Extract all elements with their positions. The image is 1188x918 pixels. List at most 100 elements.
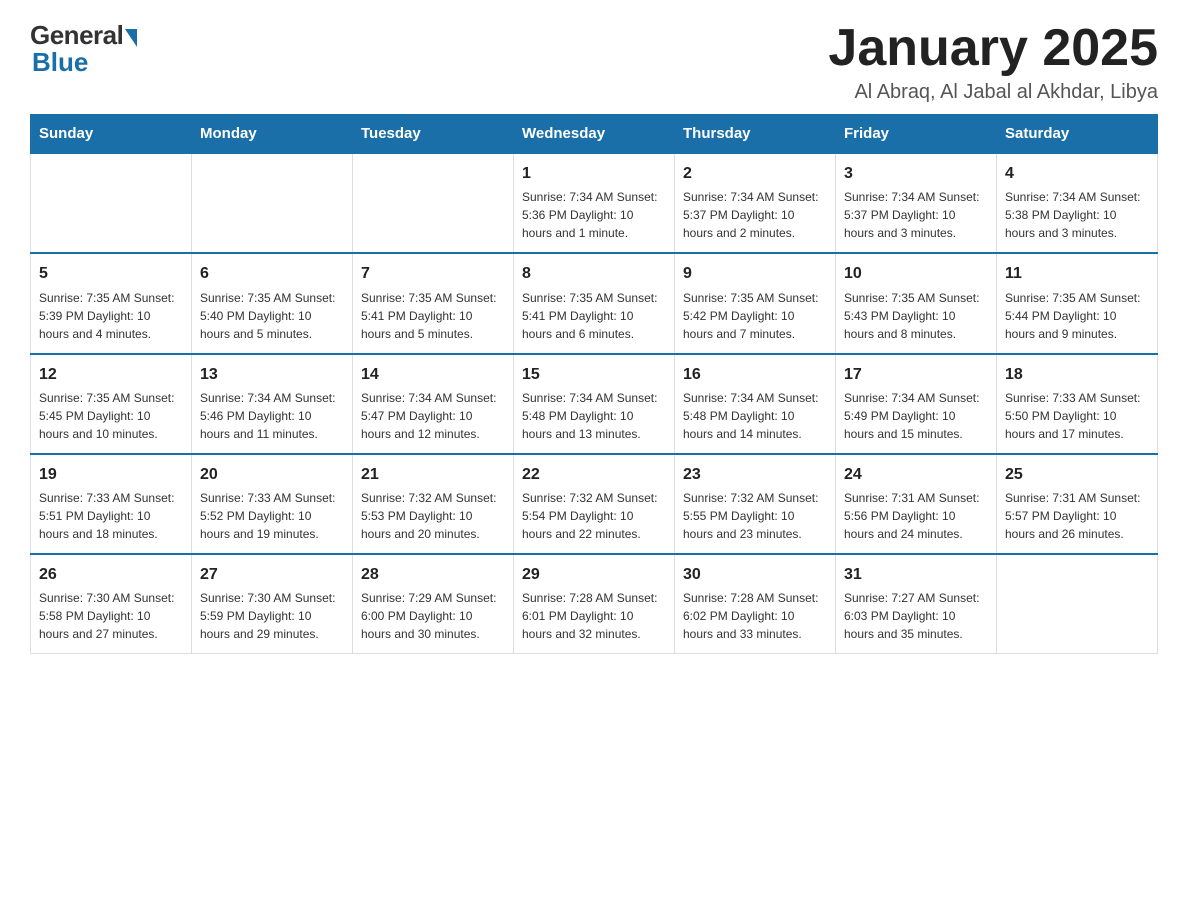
day-number: 22 [522, 463, 666, 486]
calendar-cell: 19 Sunrise: 7:33 AM Sunset: 5:51 PM Dayli… [31, 454, 192, 554]
calendar-cell: 17 Sunrise: 7:34 AM Sunset: 5:49 PM Dayli… [836, 354, 997, 454]
day-info: Sunrise: 7:35 AM Sunset: 5:41 PM Dayligh… [361, 289, 505, 343]
day-number: 2 [683, 162, 827, 185]
calendar-cell [353, 153, 514, 253]
calendar-week-3: 12 Sunrise: 7:35 AM Sunset: 5:45 PM Dayli… [31, 354, 1158, 454]
day-info: Sunrise: 7:34 AM Sunset: 5:49 PM Dayligh… [844, 389, 988, 443]
calendar-week-5: 26Sunrise: 7:30 AM Sunset: 5:58 PM Dayli… [31, 554, 1158, 654]
column-header-friday: Friday [836, 115, 997, 154]
day-number: 3 [844, 162, 988, 185]
calendar-cell: 11Sunrise: 7:35 AM Sunset: 5:44 PM Dayli… [997, 253, 1158, 353]
calendar-cell: 29Sunrise: 7:28 AM Sunset: 6:01 PM Dayli… [514, 554, 675, 654]
day-info: Sunrise: 7:34 AM Sunset: 5:48 PM Dayligh… [683, 389, 827, 443]
column-header-tuesday: Tuesday [353, 115, 514, 154]
calendar-cell: 25 Sunrise: 7:31 AM Sunset: 5:57 PM Dayli… [997, 454, 1158, 554]
calendar-cell: 13 Sunrise: 7:34 AM Sunset: 5:46 PM Dayli… [192, 354, 353, 454]
column-header-saturday: Saturday [997, 115, 1158, 154]
calendar-cell: 24 Sunrise: 7:31 AM Sunset: 5:56 PM Dayli… [836, 454, 997, 554]
calendar-cell [192, 153, 353, 253]
logo-arrow-icon [125, 29, 137, 47]
calendar-cell: 21Sunrise: 7:32 AM Sunset: 5:53 PM Dayli… [353, 454, 514, 554]
day-number: 27 [200, 563, 344, 586]
calendar-cell: 5 Sunrise: 7:35 AM Sunset: 5:39 PM Daylig… [31, 253, 192, 353]
calendar-week-2: 5 Sunrise: 7:35 AM Sunset: 5:39 PM Daylig… [31, 253, 1158, 353]
day-number: 13 [200, 363, 344, 386]
day-info: Sunrise: 7:35 AM Sunset: 5:43 PM Dayligh… [844, 289, 988, 343]
day-number: 31 [844, 563, 988, 586]
day-info: Sunrise: 7:34 AM Sunset: 5:37 PM Dayligh… [844, 188, 988, 242]
day-number: 12 [39, 363, 183, 386]
calendar-cell: 10 Sunrise: 7:35 AM Sunset: 5:43 PM Dayli… [836, 253, 997, 353]
day-number: 26 [39, 563, 183, 586]
calendar-cell: 22 Sunrise: 7:32 AM Sunset: 5:54 PM Dayli… [514, 454, 675, 554]
day-info: Sunrise: 7:31 AM Sunset: 5:57 PM Dayligh… [1005, 489, 1149, 543]
calendar-cell: 9Sunrise: 7:35 AM Sunset: 5:42 PM Daylig… [675, 253, 836, 353]
day-number: 23 [683, 463, 827, 486]
day-number: 16 [683, 363, 827, 386]
day-number: 20 [200, 463, 344, 486]
day-info: Sunrise: 7:34 AM Sunset: 5:46 PM Dayligh… [200, 389, 344, 443]
day-number: 19 [39, 463, 183, 486]
day-number: 30 [683, 563, 827, 586]
calendar-cell: 16 Sunrise: 7:34 AM Sunset: 5:48 PM Dayli… [675, 354, 836, 454]
calendar-header-row: SundayMondayTuesdayWednesdayThursdayFrid… [31, 115, 1158, 154]
page-header: General Blue January 2025 Al Abraq, Al J… [30, 20, 1158, 104]
calendar-cell: 27 Sunrise: 7:30 AM Sunset: 5:59 PM Dayli… [192, 554, 353, 654]
day-info: Sunrise: 7:32 AM Sunset: 5:55 PM Dayligh… [683, 489, 827, 543]
title-section: January 2025 Al Abraq, Al Jabal al Akhda… [828, 20, 1158, 104]
day-number: 18 [1005, 363, 1149, 386]
day-info: Sunrise: 7:34 AM Sunset: 5:38 PM Dayligh… [1005, 188, 1149, 242]
day-number: 21 [361, 463, 505, 486]
logo-blue-text: Blue [30, 47, 88, 78]
day-info: Sunrise: 7:33 AM Sunset: 5:51 PM Dayligh… [39, 489, 183, 543]
day-info: Sunrise: 7:35 AM Sunset: 5:39 PM Dayligh… [39, 289, 183, 343]
day-info: Sunrise: 7:30 AM Sunset: 5:59 PM Dayligh… [200, 589, 344, 643]
calendar-cell: 23 Sunrise: 7:32 AM Sunset: 5:55 PM Dayli… [675, 454, 836, 554]
calendar-cell: 14Sunrise: 7:34 AM Sunset: 5:47 PM Dayli… [353, 354, 514, 454]
day-number: 4 [1005, 162, 1149, 185]
calendar-cell: 4 Sunrise: 7:34 AM Sunset: 5:38 PM Daylig… [997, 153, 1158, 253]
day-info: Sunrise: 7:34 AM Sunset: 5:47 PM Dayligh… [361, 389, 505, 443]
calendar-cell [31, 153, 192, 253]
calendar-cell: 18 Sunrise: 7:33 AM Sunset: 5:50 PM Dayli… [997, 354, 1158, 454]
calendar-cell [997, 554, 1158, 654]
day-info: Sunrise: 7:28 AM Sunset: 6:01 PM Dayligh… [522, 589, 666, 643]
location-text: Al Abraq, Al Jabal al Akhdar, Libya [828, 81, 1158, 104]
day-number: 10 [844, 262, 988, 285]
calendar-week-4: 19 Sunrise: 7:33 AM Sunset: 5:51 PM Dayli… [31, 454, 1158, 554]
column-header-thursday: Thursday [675, 115, 836, 154]
day-info: Sunrise: 7:34 AM Sunset: 5:36 PM Dayligh… [522, 188, 666, 242]
day-number: 1 [522, 162, 666, 185]
day-info: Sunrise: 7:33 AM Sunset: 5:50 PM Dayligh… [1005, 389, 1149, 443]
calendar-cell: 2 Sunrise: 7:34 AM Sunset: 5:37 PM Daylig… [675, 153, 836, 253]
day-number: 7 [361, 262, 505, 285]
day-info: Sunrise: 7:32 AM Sunset: 5:54 PM Dayligh… [522, 489, 666, 543]
day-number: 25 [1005, 463, 1149, 486]
column-header-wednesday: Wednesday [514, 115, 675, 154]
column-header-sunday: Sunday [31, 115, 192, 154]
day-number: 5 [39, 262, 183, 285]
month-title: January 2025 [828, 20, 1158, 77]
calendar-cell: 7 Sunrise: 7:35 AM Sunset: 5:41 PM Daylig… [353, 253, 514, 353]
day-number: 8 [522, 262, 666, 285]
day-info: Sunrise: 7:31 AM Sunset: 5:56 PM Dayligh… [844, 489, 988, 543]
calendar-cell: 30Sunrise: 7:28 AM Sunset: 6:02 PM Dayli… [675, 554, 836, 654]
calendar-cell: 3 Sunrise: 7:34 AM Sunset: 5:37 PM Daylig… [836, 153, 997, 253]
calendar-week-1: 1 Sunrise: 7:34 AM Sunset: 5:36 PM Daylig… [31, 153, 1158, 253]
calendar-cell: 31 Sunrise: 7:27 AM Sunset: 6:03 PM Dayli… [836, 554, 997, 654]
day-number: 6 [200, 262, 344, 285]
logo: General Blue [30, 20, 137, 78]
day-info: Sunrise: 7:35 AM Sunset: 5:40 PM Dayligh… [200, 289, 344, 343]
day-number: 24 [844, 463, 988, 486]
calendar-cell: 28Sunrise: 7:29 AM Sunset: 6:00 PM Dayli… [353, 554, 514, 654]
calendar-cell: 12 Sunrise: 7:35 AM Sunset: 5:45 PM Dayli… [31, 354, 192, 454]
day-info: Sunrise: 7:34 AM Sunset: 5:37 PM Dayligh… [683, 188, 827, 242]
day-number: 17 [844, 363, 988, 386]
day-number: 9 [683, 262, 827, 285]
calendar-cell: 15Sunrise: 7:34 AM Sunset: 5:48 PM Dayli… [514, 354, 675, 454]
calendar-cell: 6 Sunrise: 7:35 AM Sunset: 5:40 PM Daylig… [192, 253, 353, 353]
day-info: Sunrise: 7:35 AM Sunset: 5:45 PM Dayligh… [39, 389, 183, 443]
day-info: Sunrise: 7:29 AM Sunset: 6:00 PM Dayligh… [361, 589, 505, 643]
day-info: Sunrise: 7:27 AM Sunset: 6:03 PM Dayligh… [844, 589, 988, 643]
calendar-table: SundayMondayTuesdayWednesdayThursdayFrid… [30, 114, 1158, 654]
